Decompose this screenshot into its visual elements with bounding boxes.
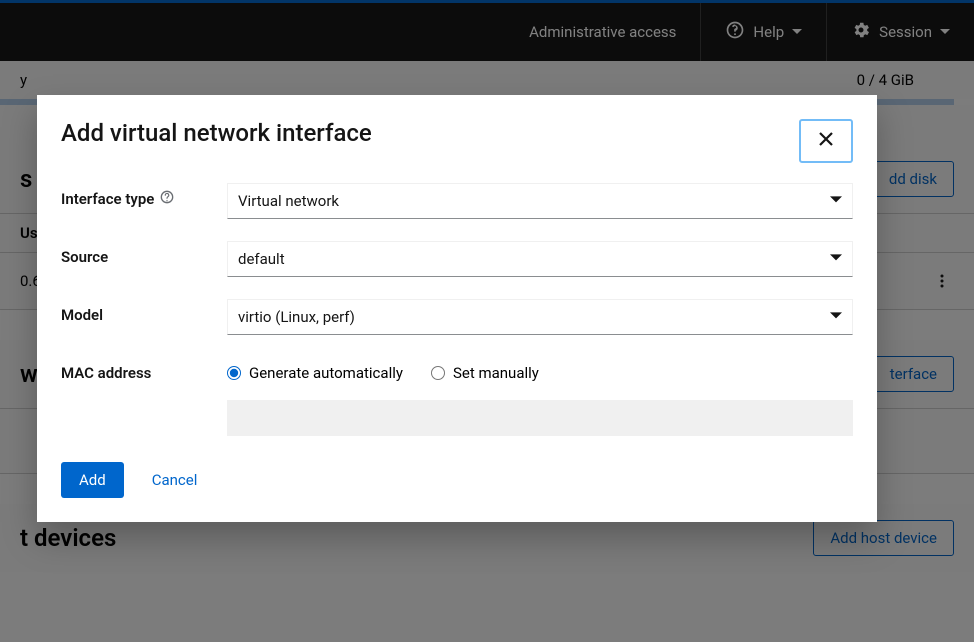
source-value: default	[238, 250, 285, 268]
mac-generate-radio[interactable]: Generate automatically	[227, 364, 403, 382]
cancel-button[interactable]: Cancel	[140, 462, 210, 498]
modal-title: Add virtual network interface	[61, 119, 372, 147]
caret-down-icon	[830, 192, 842, 210]
add-button[interactable]: Add	[61, 462, 124, 498]
close-button[interactable]	[799, 119, 853, 163]
mac-generate-label: Generate automatically	[249, 364, 403, 382]
add-network-interface-modal: Add virtual network interface Interface …	[37, 95, 877, 522]
mac-manual-radio-input[interactable]	[431, 366, 445, 380]
interface-type-select[interactable]: Virtual network	[227, 183, 853, 219]
interface-type-label: Interface type	[61, 190, 154, 208]
source-select[interactable]: default	[227, 241, 853, 277]
caret-down-icon	[830, 308, 842, 326]
model-select[interactable]: virtio (Linux, perf)	[227, 299, 853, 335]
source-label: Source	[61, 248, 108, 266]
mac-address-input	[227, 400, 853, 436]
close-icon	[819, 132, 833, 150]
interface-type-value: Virtual network	[238, 192, 339, 210]
mac-address-label: MAC address	[61, 364, 151, 382]
model-value: virtio (Linux, perf)	[238, 308, 355, 326]
help-icon[interactable]	[160, 190, 174, 208]
mac-manual-radio[interactable]: Set manually	[431, 364, 539, 382]
caret-down-icon	[830, 250, 842, 268]
model-label: Model	[61, 306, 103, 324]
mac-manual-label: Set manually	[453, 364, 539, 382]
mac-generate-radio-input[interactable]	[227, 366, 241, 380]
